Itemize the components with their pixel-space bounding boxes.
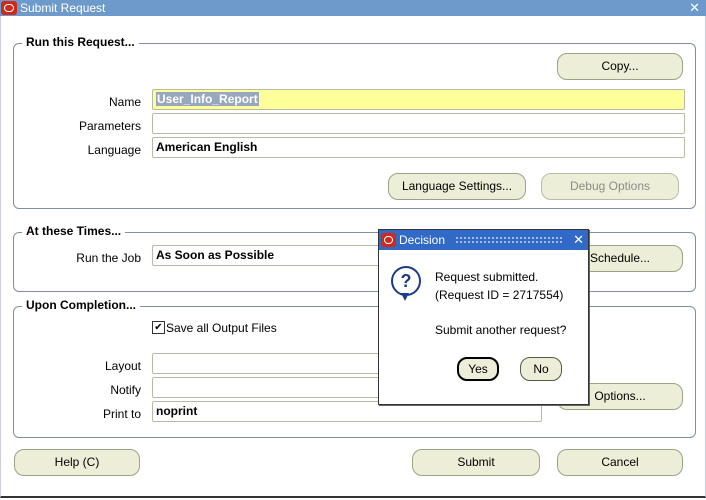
save-output-label[interactable]: Save all Output Files: [166, 321, 277, 335]
yes-button[interactable]: Yes: [457, 357, 499, 381]
notify-label: Notify: [110, 383, 141, 397]
dialog-question: Submit another request?: [435, 323, 567, 337]
layout-label: Layout: [104, 359, 141, 373]
language-label: Language: [87, 143, 141, 157]
title-bar-grip: [455, 236, 563, 244]
oracle-logo-icon: [1, 1, 17, 15]
save-output-checkbox[interactable]: ✔: [152, 321, 165, 334]
copy-button[interactable]: Copy...: [557, 53, 683, 80]
language-field[interactable]: American English: [152, 137, 685, 158]
decision-dialog: Decision ✕ ? Request submitted. (Request…: [378, 229, 589, 405]
help-button[interactable]: Help (C): [14, 449, 140, 476]
window-title-bar[interactable]: Submit Request ✕: [0, 0, 706, 16]
dialog-title: Decision: [399, 233, 446, 247]
run-request-title: Run this Request...: [22, 35, 139, 49]
name-value: User_Info_Report: [156, 92, 259, 106]
name-field[interactable]: User_Info_Report: [152, 89, 685, 110]
completion-title: Upon Completion...: [22, 298, 140, 312]
dialog-message-line1: Request submitted.: [435, 270, 539, 284]
print-to-label: Print to: [102, 407, 141, 421]
debug-options-button[interactable]: Debug Options: [541, 173, 679, 200]
window-close-icon[interactable]: ✕: [689, 0, 700, 16]
run-job-label: Run the Job: [76, 251, 141, 265]
dialog-title-bar[interactable]: Decision ✕: [379, 230, 588, 250]
dialog-message-line2: (Request ID = 2717554): [435, 288, 564, 302]
name-label: Name: [108, 95, 141, 109]
parameters-label: Parameters: [78, 119, 141, 133]
submit-button[interactable]: Submit: [412, 449, 540, 476]
submit-request-window: Run this Request... Copy... Name User_In…: [0, 16, 706, 498]
oracle-logo-icon: [381, 233, 396, 247]
dialog-close-icon[interactable]: ✕: [573, 230, 584, 250]
no-button[interactable]: No: [520, 357, 562, 381]
window-title: Submit Request: [20, 1, 106, 15]
times-title: At these Times...: [22, 224, 126, 238]
cancel-button[interactable]: Cancel: [557, 449, 683, 476]
question-icon: ?: [391, 266, 421, 301]
language-settings-button[interactable]: Language Settings...: [388, 173, 526, 200]
parameters-field[interactable]: [152, 113, 685, 134]
